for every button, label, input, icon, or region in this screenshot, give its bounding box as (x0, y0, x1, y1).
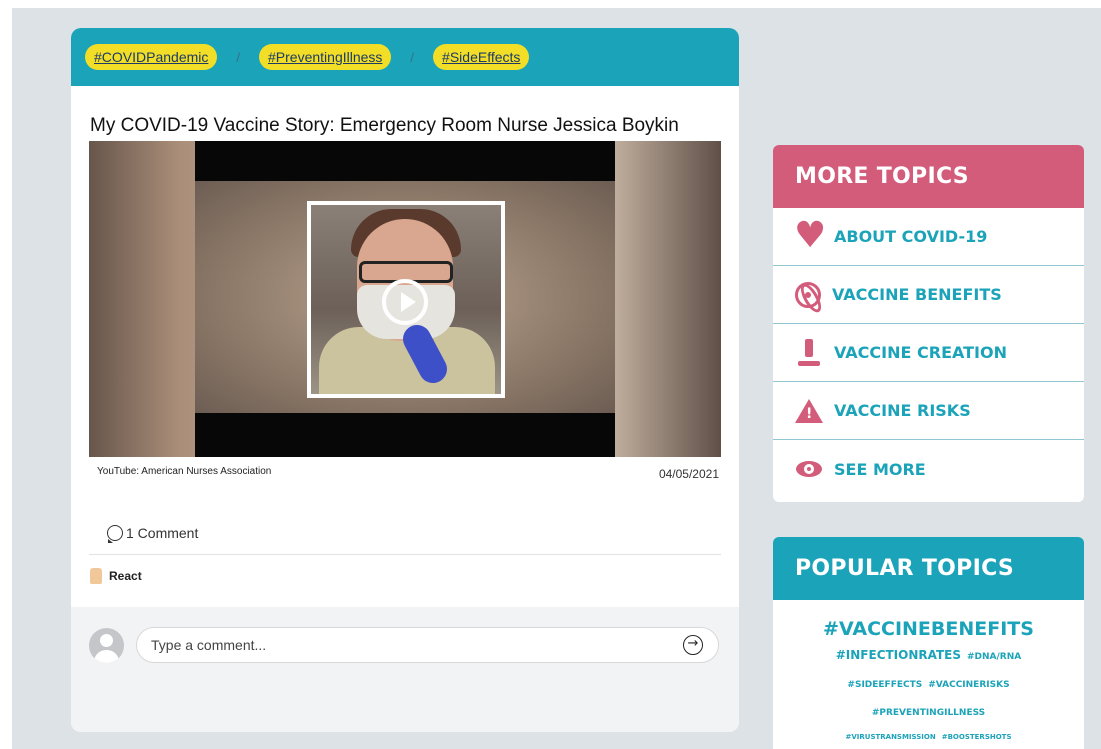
thumbs-up-icon (90, 568, 102, 584)
avatar (89, 628, 124, 663)
hashtag-link[interactable]: #BOOSTERSHOTS (942, 733, 1012, 741)
eye-icon (795, 455, 823, 483)
popular-topics-title: POPULAR TOPICS (773, 537, 1084, 600)
atom-icon (795, 281, 821, 308)
send-icon[interactable]: → (683, 635, 703, 655)
more-topics-title: MORE TOPICS (773, 145, 1084, 208)
post-card: #COVIDPandemic / #PreventingIllness / #S… (71, 28, 739, 732)
tag-side-effects[interactable]: #SideEffects (433, 44, 530, 70)
hashtag-link[interactable]: #DNA/RNA (967, 652, 1021, 662)
topic-label: VACCINE BENEFITS (832, 285, 1002, 304)
tag-separator: / (236, 49, 241, 65)
topic-see-more[interactable]: SEE MORE (773, 440, 1084, 498)
react-label: React (109, 569, 142, 583)
more-topics-panel: MORE TOPICS ABOUT COVID-19 VACCINE BENEF… (773, 145, 1084, 502)
hashtag-link[interactable]: #VACCINERISKS (928, 680, 1009, 690)
topic-vaccine-benefits[interactable]: VACCINE BENEFITS (773, 266, 1084, 324)
topic-label: VACCINE RISKS (834, 401, 971, 420)
topic-vaccine-creation[interactable]: VACCINE CREATION (773, 324, 1084, 382)
react-button[interactable]: React (90, 568, 142, 584)
comment-count-link[interactable]: 1 Comment (107, 525, 199, 543)
video-thumbnail[interactable] (307, 201, 505, 398)
tag-separator: / (410, 49, 415, 65)
comment-area: → (71, 607, 739, 732)
post-date: 04/05/2021 (658, 467, 719, 481)
video-player[interactable] (89, 141, 721, 457)
divider (89, 554, 721, 555)
tag-covid-pandemic[interactable]: #COVIDPandemic (85, 44, 218, 70)
tag-bar: #COVIDPandemic / #PreventingIllness / #S… (71, 28, 739, 86)
topic-label: ABOUT COVID-19 (834, 227, 988, 246)
video-source: YouTube: American Nurses Association (97, 466, 272, 477)
topic-label: VACCINE CREATION (834, 343, 1007, 362)
comment-count-label: 1 Comment (126, 525, 199, 541)
heart-icon (794, 215, 826, 256)
hashtag-cloud: #VACCINEBENEFITS #INFECTIONRATES #DNA/RNA… (773, 600, 1084, 744)
hashtag-link[interactable]: #VIRUSTRANSMISSION (845, 733, 935, 741)
tag-preventing-illness[interactable]: #PreventingIllness (259, 44, 392, 70)
microscope-icon (795, 338, 823, 367)
comment-input[interactable] (136, 627, 719, 663)
hashtag-link[interactable]: #INFECTIONRATES (836, 648, 961, 662)
warning-icon (795, 397, 823, 425)
popular-topics-panel: POPULAR TOPICS #VACCINEBENEFITS #INFECTI… (773, 537, 1084, 749)
play-icon[interactable] (382, 279, 428, 325)
hashtag-link[interactable]: #VACCINEBENEFITS (823, 618, 1034, 640)
topic-vaccine-risks[interactable]: VACCINE RISKS (773, 382, 1084, 440)
topic-about-covid[interactable]: ABOUT COVID-19 (773, 208, 1084, 266)
post-title: My COVID-19 Vaccine Story: Emergency Roo… (90, 115, 679, 136)
topic-label: SEE MORE (834, 459, 926, 479)
hashtag-link[interactable]: #PREVENTINGILLNESS (872, 708, 985, 718)
hashtag-link[interactable]: #SIDEEFFECTS (847, 680, 922, 690)
speech-bubble-icon (107, 525, 123, 543)
